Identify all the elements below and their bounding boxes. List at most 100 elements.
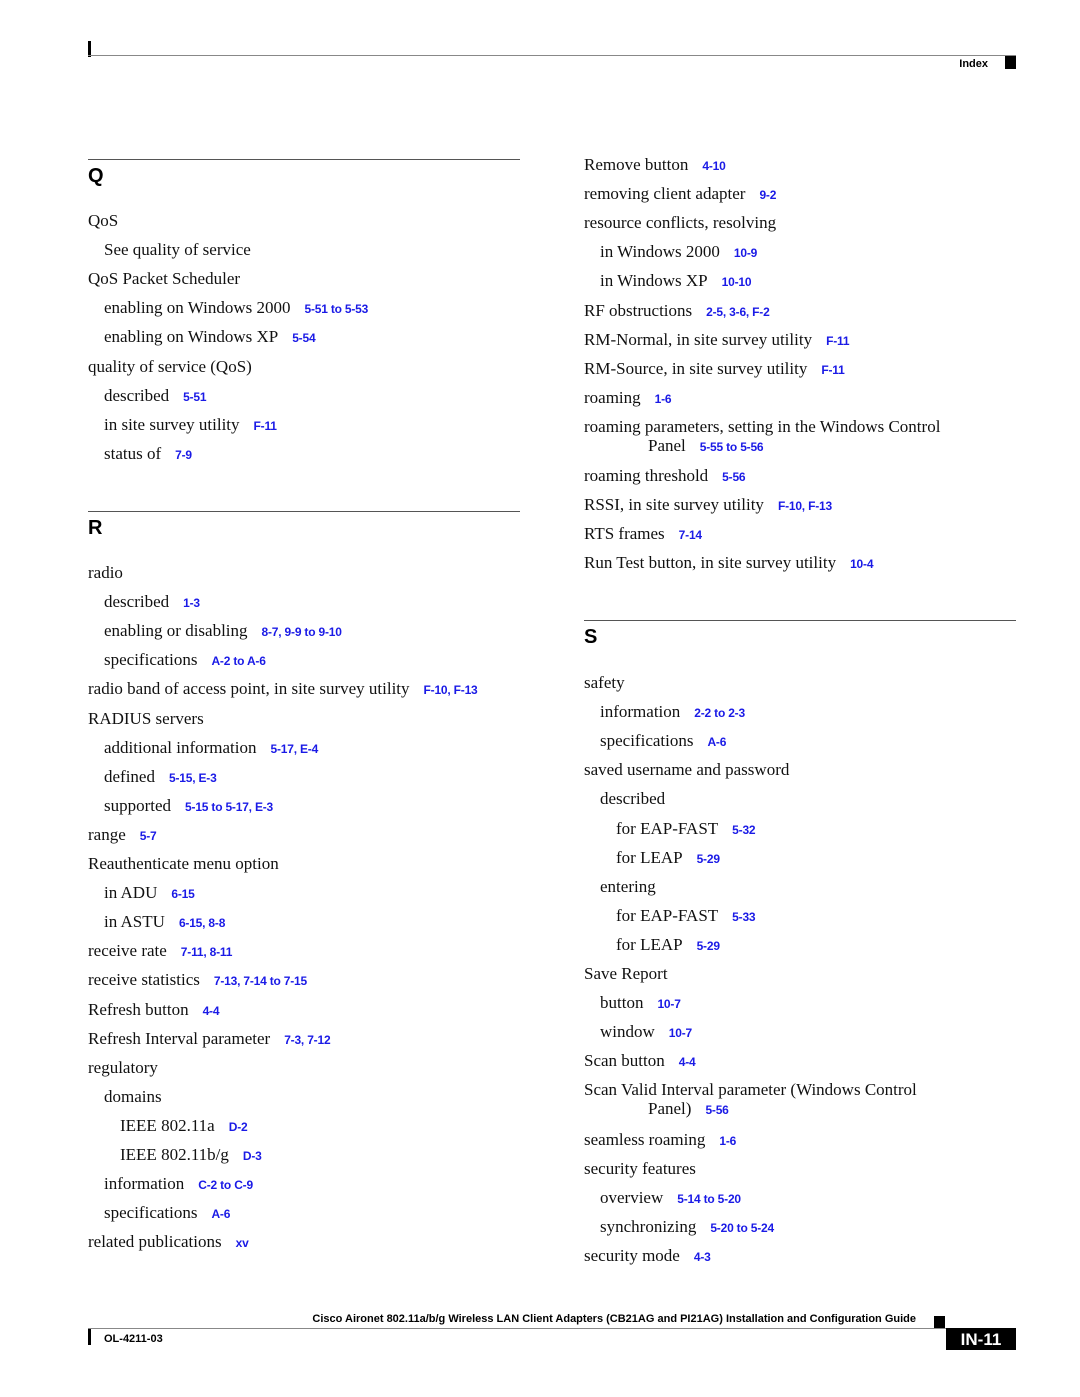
- index-term: radio band of access point, in site surv…: [88, 679, 410, 699]
- page-reference-link[interactable]: A-2 to A-6: [211, 654, 265, 668]
- page-reference-link[interactable]: A-6: [211, 1207, 230, 1221]
- page-reference-link[interactable]: 9-2: [759, 188, 776, 202]
- page-reference-link[interactable]: 7-14: [679, 528, 702, 542]
- index-term: information: [104, 1174, 185, 1194]
- page-reference-link[interactable]: 1-3: [183, 596, 200, 610]
- page-reference-link[interactable]: 7-13, 7-14 to 7-15: [214, 974, 307, 988]
- index-term: entering: [600, 876, 656, 896]
- index-entry: radio: [88, 563, 123, 582]
- page-reference-link[interactable]: 5-32: [732, 823, 755, 837]
- index-term-continuation-text: Panel: [648, 435, 686, 455]
- page-reference-link[interactable]: 10-7: [669, 1026, 692, 1040]
- index-entry: RADIUS servers: [88, 709, 204, 728]
- index-term: Reauthenticate menu option: [88, 854, 279, 873]
- index-term: saved username and password: [584, 760, 790, 780]
- section-rule: [88, 511, 520, 512]
- index-term: enabling or disabling: [104, 621, 248, 641]
- page-reference-link[interactable]: 2-2 to 2-3: [694, 706, 745, 720]
- page-reference-link[interactable]: F-11: [821, 363, 844, 377]
- page-reference-link[interactable]: 5-15 to 5-17, E-3: [185, 800, 273, 814]
- page-reference-link[interactable]: 1-6: [719, 1134, 736, 1148]
- index-term: overview: [600, 1187, 664, 1207]
- page-reference-link[interactable]: 7-11, 8-11: [181, 945, 233, 959]
- index-term: information: [600, 702, 681, 722]
- page-reference-link[interactable]: 10-4: [850, 557, 873, 571]
- page-reference-link[interactable]: C-2 to C-9: [198, 1178, 253, 1192]
- index-entry: for LEAP 5-29: [616, 848, 720, 869]
- index-term: seamless roaming: [584, 1129, 706, 1149]
- page-reference-link[interactable]: 5-51 to 5-53: [304, 302, 368, 316]
- page-reference-link[interactable]: F-11: [826, 334, 849, 348]
- index-term: See quality of service: [104, 240, 251, 260]
- index-entry: synchronizing 5-20 to 5-24: [600, 1217, 774, 1238]
- index-entry: roaming 1-6: [584, 387, 672, 409]
- index-term: in Windows XP: [600, 271, 708, 291]
- page-reference-link[interactable]: 7-9: [175, 448, 192, 462]
- index-term: for EAP-FAST: [616, 818, 719, 838]
- page-reference-link[interactable]: 5-17, E-4: [271, 742, 319, 756]
- page-reference-link[interactable]: 5-7: [140, 829, 157, 843]
- page-reference-link[interactable]: 6-15, 8-8: [179, 916, 225, 930]
- index-entry: roaming threshold 5-56: [584, 466, 746, 487]
- page-reference-link[interactable]: 4-10: [702, 159, 725, 173]
- index-term: domains: [104, 1086, 162, 1106]
- index-term: security features: [584, 1158, 696, 1178]
- index-entry: security features: [584, 1159, 696, 1178]
- page-reference-link[interactable]: 4-4: [203, 1004, 220, 1018]
- page-reference-link[interactable]: 5-15, E-3: [169, 771, 217, 785]
- index-entry: additional information 5-17, E-4: [104, 738, 318, 759]
- page-reference-link[interactable]: 5-29: [697, 852, 720, 866]
- page-reference-link[interactable]: xv: [236, 1236, 249, 1250]
- index-entry: receive statistics 7-13, 7-14 to 7-15: [88, 970, 307, 991]
- index-entry: RTS frames 7-14: [584, 524, 702, 545]
- page-reference-link[interactable]: 5-14 to 5-20: [677, 1192, 741, 1206]
- index-entry: enabling on Windows 2000 5-51 to 5-53: [104, 298, 368, 319]
- index-term: Refresh button: [88, 999, 189, 1019]
- page-reference-link[interactable]: 10-7: [657, 997, 680, 1011]
- page-reference-link[interactable]: F-10, F-13: [424, 683, 478, 697]
- index-entry: range 5-7: [88, 825, 157, 846]
- index-term: in site survey utility: [104, 414, 240, 434]
- page-reference-link[interactable]: 8-7, 9-9 to 9-10: [262, 625, 342, 639]
- page-reference-link[interactable]: 1-6: [655, 392, 672, 406]
- page-reference-link[interactable]: F-11: [254, 419, 277, 433]
- index-term: RTS frames: [584, 524, 665, 544]
- index-term: Scan button: [584, 1051, 665, 1071]
- header-rule: [88, 55, 1016, 56]
- page-reference-link[interactable]: D-2: [229, 1120, 248, 1134]
- index-term: RF obstructions: [584, 300, 693, 320]
- index-entry: removing client adapter 9-2: [584, 184, 776, 205]
- page-reference-link[interactable]: 4-3: [694, 1250, 711, 1264]
- page-reference-link[interactable]: 5-29: [697, 939, 720, 953]
- index-entry: receive rate 7-11, 8-11: [88, 941, 232, 962]
- page-reference-link[interactable]: 5-20 to 5-24: [710, 1221, 774, 1235]
- page-reference-link[interactable]: 5-33: [732, 910, 755, 924]
- running-header-label: Index: [959, 58, 988, 70]
- page-reference-link[interactable]: 10-9: [734, 246, 757, 260]
- page-reference-link[interactable]: 6-15: [171, 887, 194, 901]
- page-reference-link[interactable]: 5-51: [183, 390, 206, 404]
- index-entry: in ASTU 6-15, 8-8: [104, 912, 225, 933]
- page-reference-link[interactable]: 2-5, 3-6, F-2: [706, 305, 770, 319]
- index-entry: QoS: [88, 211, 118, 230]
- page-reference-link[interactable]: 10-10: [722, 275, 752, 289]
- page-number: IN-11: [946, 1328, 1016, 1350]
- page-reference-link[interactable]: 5-56: [722, 470, 745, 484]
- page-reference-link[interactable]: A-6: [707, 735, 726, 749]
- page-reference-link[interactable]: 5-54: [292, 331, 315, 345]
- page-reference-link[interactable]: 5-56: [705, 1103, 728, 1117]
- index-term: roaming: [584, 387, 641, 407]
- index-entry: specifications A-6: [104, 1203, 230, 1224]
- index-entry: QoS Packet Scheduler: [88, 269, 240, 288]
- index-term-continuation-text: Panel): [648, 1099, 692, 1119]
- page-reference-link[interactable]: 5-55 to 5-56: [700, 440, 764, 454]
- page-reference-link[interactable]: 7-3, 7-12: [284, 1033, 330, 1047]
- page-reference-link[interactable]: D-3: [243, 1149, 262, 1163]
- index-term: Scan Valid Interval parameter (Windows C…: [584, 1080, 917, 1100]
- index-entry: specifications A-6: [600, 731, 726, 752]
- index-term: quality of service (QoS): [88, 356, 252, 376]
- index-entry: RSSI, in site survey utility F-10, F-13: [584, 495, 832, 516]
- page-reference-link[interactable]: 4-4: [679, 1055, 696, 1069]
- index-entry: entering: [600, 877, 656, 896]
- page-reference-link[interactable]: F-10, F-13: [778, 499, 832, 513]
